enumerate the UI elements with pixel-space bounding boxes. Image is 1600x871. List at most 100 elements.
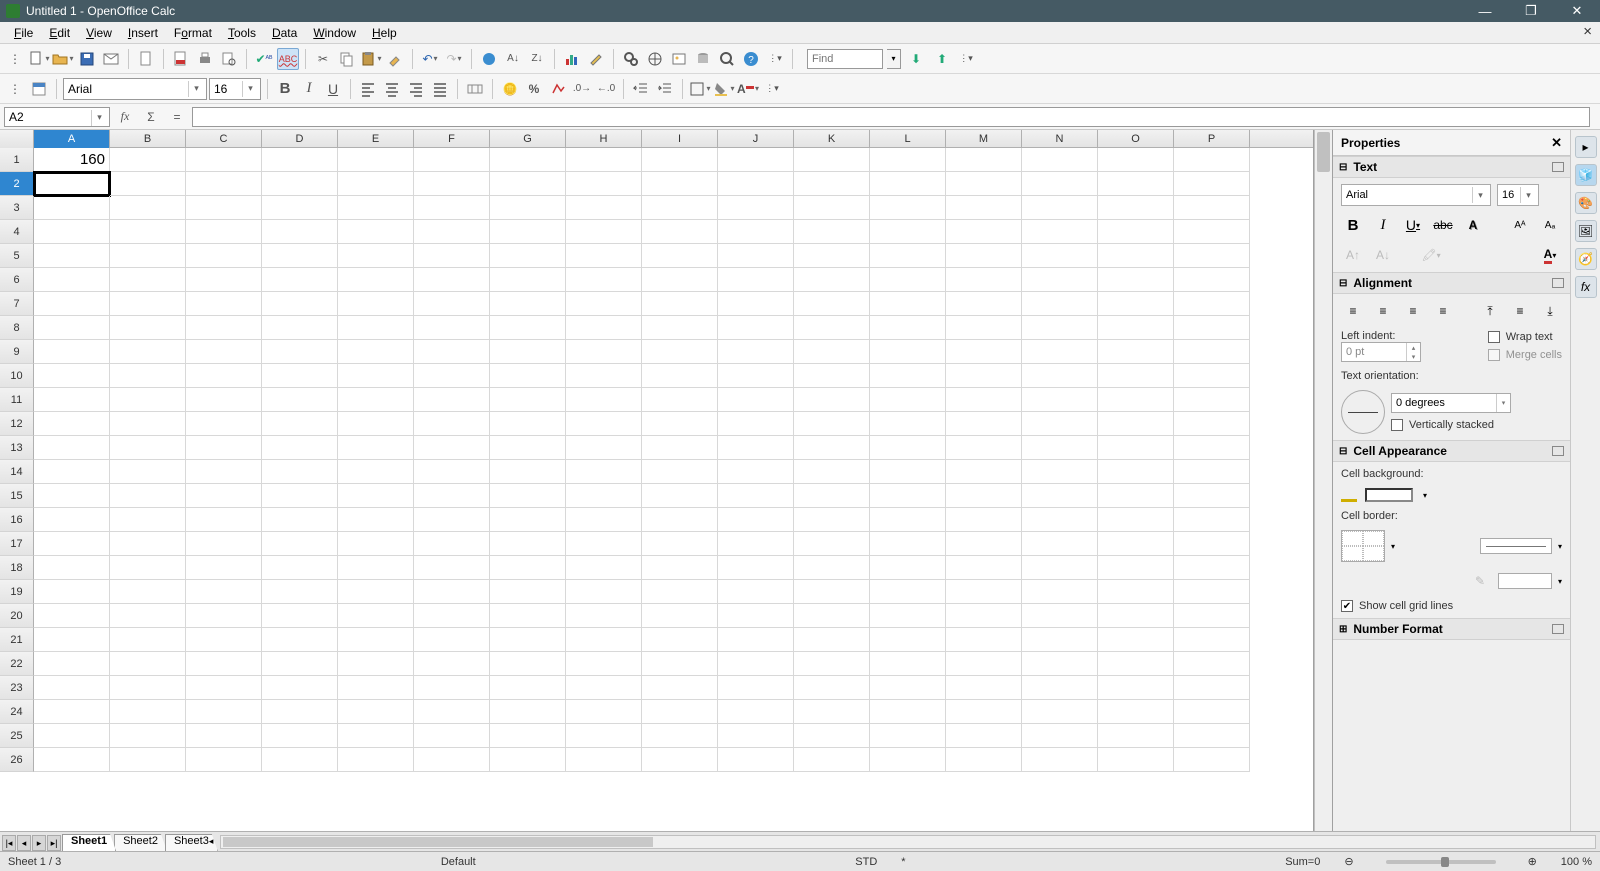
panel-bold-button[interactable]: B bbox=[1341, 214, 1365, 236]
row-header-3[interactable]: 3 bbox=[0, 196, 34, 220]
cell-E20[interactable] bbox=[338, 604, 414, 628]
cell-F5[interactable] bbox=[414, 244, 490, 268]
cell-P16[interactable] bbox=[1174, 508, 1250, 532]
cell-F21[interactable] bbox=[414, 628, 490, 652]
cell-F13[interactable] bbox=[414, 436, 490, 460]
cell-I8[interactable] bbox=[642, 316, 718, 340]
cell-G13[interactable] bbox=[490, 436, 566, 460]
cell-B2[interactable] bbox=[110, 172, 186, 196]
panel-align-center[interactable]: ≡ bbox=[1371, 300, 1395, 322]
tab-last-button[interactable]: ▸| bbox=[47, 835, 61, 851]
cell-F6[interactable] bbox=[414, 268, 490, 292]
cell-H5[interactable] bbox=[566, 244, 642, 268]
cell-E12[interactable] bbox=[338, 412, 414, 436]
cell-I18[interactable] bbox=[642, 556, 718, 580]
cell-A12[interactable] bbox=[34, 412, 110, 436]
cell-F24[interactable] bbox=[414, 700, 490, 724]
cell-P4[interactable] bbox=[1174, 220, 1250, 244]
cell-O24[interactable] bbox=[1098, 700, 1174, 724]
merge-cells-checkbox[interactable]: Merge cells bbox=[1488, 349, 1562, 361]
hyperlink-button[interactable] bbox=[478, 48, 500, 70]
select-all-corner[interactable] bbox=[0, 130, 34, 148]
cell-H26[interactable] bbox=[566, 748, 642, 772]
cell-M1[interactable] bbox=[946, 148, 1022, 172]
panel-valign-top[interactable]: ⤒ bbox=[1478, 300, 1502, 322]
cell-H6[interactable] bbox=[566, 268, 642, 292]
cell-N21[interactable] bbox=[1022, 628, 1098, 652]
left-indent-input[interactable]: 0 pt▴▾ bbox=[1341, 342, 1421, 362]
cell-H15[interactable] bbox=[566, 484, 642, 508]
sort-desc-button[interactable]: Z↓ bbox=[526, 48, 548, 70]
text-section-header[interactable]: ⊟Text bbox=[1333, 156, 1570, 178]
font-size-combo[interactable]: 16▾ bbox=[209, 78, 261, 100]
cell-D14[interactable] bbox=[262, 460, 338, 484]
cell-D1[interactable] bbox=[262, 148, 338, 172]
cell-K8[interactable] bbox=[794, 316, 870, 340]
status-sum[interactable]: Sum=0 bbox=[1285, 856, 1320, 868]
cell-O12[interactable] bbox=[1098, 412, 1174, 436]
cell-L18[interactable] bbox=[870, 556, 946, 580]
cell-L23[interactable] bbox=[870, 676, 946, 700]
align-center-button[interactable] bbox=[381, 78, 403, 100]
cell-N1[interactable] bbox=[1022, 148, 1098, 172]
cell-B5[interactable] bbox=[110, 244, 186, 268]
cell-K19[interactable] bbox=[794, 580, 870, 604]
cell-P2[interactable] bbox=[1174, 172, 1250, 196]
cell-O1[interactable] bbox=[1098, 148, 1174, 172]
status-mode[interactable]: STD bbox=[855, 856, 877, 868]
cell-I19[interactable] bbox=[642, 580, 718, 604]
cell-O4[interactable] bbox=[1098, 220, 1174, 244]
cell-G18[interactable] bbox=[490, 556, 566, 580]
cell-B1[interactable] bbox=[110, 148, 186, 172]
cell-C14[interactable] bbox=[186, 460, 262, 484]
decrease-indent-button[interactable] bbox=[630, 78, 652, 100]
cell-O3[interactable] bbox=[1098, 196, 1174, 220]
cell-C19[interactable] bbox=[186, 580, 262, 604]
cell-C24[interactable] bbox=[186, 700, 262, 724]
cell-L13[interactable] bbox=[870, 436, 946, 460]
cell-O5[interactable] bbox=[1098, 244, 1174, 268]
cell-K3[interactable] bbox=[794, 196, 870, 220]
cell-B11[interactable] bbox=[110, 388, 186, 412]
row-header-8[interactable]: 8 bbox=[0, 316, 34, 340]
cell-D19[interactable] bbox=[262, 580, 338, 604]
cell-D26[interactable] bbox=[262, 748, 338, 772]
sidebar-close-button[interactable]: ✕ bbox=[1551, 135, 1562, 151]
cell-E2[interactable] bbox=[338, 172, 414, 196]
column-header-M[interactable]: M bbox=[946, 130, 1022, 148]
bold-button[interactable]: B bbox=[274, 78, 296, 100]
redo-button[interactable]: ↷▾ bbox=[443, 48, 465, 70]
cell-H3[interactable] bbox=[566, 196, 642, 220]
column-header-B[interactable]: B bbox=[110, 130, 186, 148]
print-preview-button[interactable] bbox=[218, 48, 240, 70]
cell-E23[interactable] bbox=[338, 676, 414, 700]
panel-italic-button[interactable]: I bbox=[1371, 214, 1395, 236]
zoom-button[interactable] bbox=[716, 48, 738, 70]
font-color-button[interactable]: A▾ bbox=[737, 78, 759, 100]
cell-H8[interactable] bbox=[566, 316, 642, 340]
cell-I5[interactable] bbox=[642, 244, 718, 268]
cell-E11[interactable] bbox=[338, 388, 414, 412]
find-replace-button[interactable] bbox=[620, 48, 642, 70]
insert-chart-button[interactable] bbox=[561, 48, 583, 70]
panel-shadow-button[interactable]: A bbox=[1461, 214, 1485, 236]
cell-G22[interactable] bbox=[490, 652, 566, 676]
cell-F11[interactable] bbox=[414, 388, 490, 412]
cell-K15[interactable] bbox=[794, 484, 870, 508]
data-sources-button[interactable] bbox=[692, 48, 714, 70]
cell-M21[interactable] bbox=[946, 628, 1022, 652]
cell-P19[interactable] bbox=[1174, 580, 1250, 604]
cell-G23[interactable] bbox=[490, 676, 566, 700]
row-header-7[interactable]: 7 bbox=[0, 292, 34, 316]
row-header-18[interactable]: 18 bbox=[0, 556, 34, 580]
cell-K12[interactable] bbox=[794, 412, 870, 436]
zoom-slider[interactable] bbox=[1386, 860, 1496, 864]
cell-C7[interactable] bbox=[186, 292, 262, 316]
cell-B3[interactable] bbox=[110, 196, 186, 220]
tab-prev-button[interactable]: ◂ bbox=[17, 835, 31, 851]
cell-E17[interactable] bbox=[338, 532, 414, 556]
cell-E8[interactable] bbox=[338, 316, 414, 340]
cell-D8[interactable] bbox=[262, 316, 338, 340]
cell-background-button[interactable]: ▾ bbox=[1341, 488, 1562, 502]
cell-H4[interactable] bbox=[566, 220, 642, 244]
